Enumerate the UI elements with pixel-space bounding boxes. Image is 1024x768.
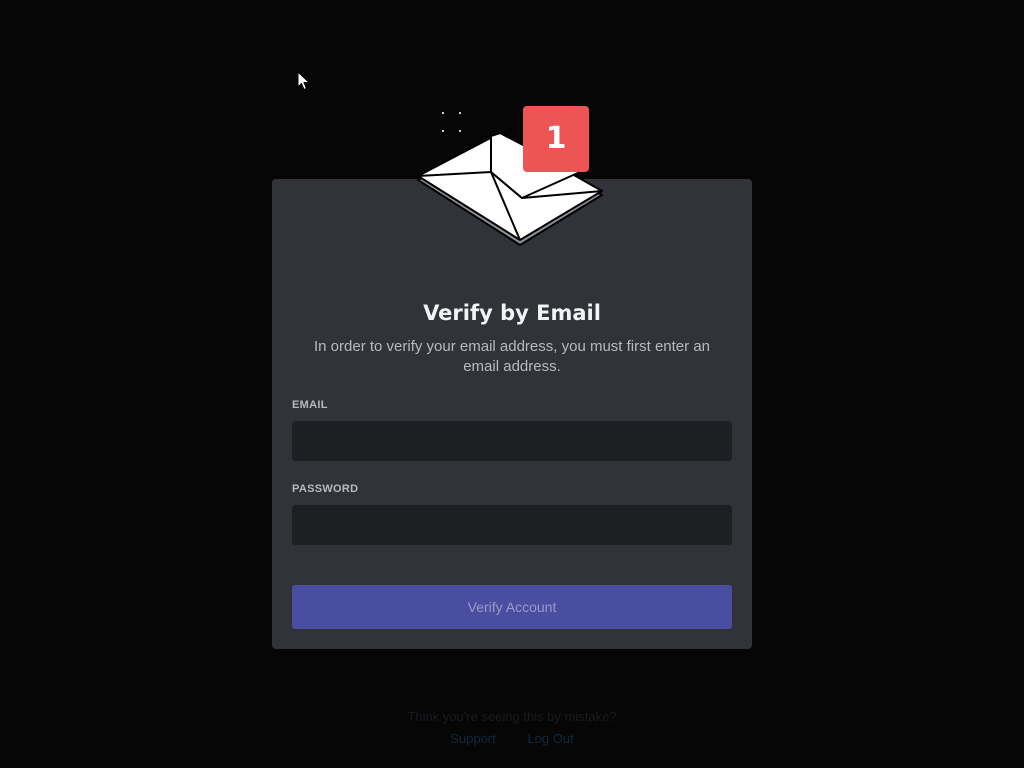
modal-title: Verify by Email — [423, 301, 601, 325]
password-label: PASSWORD — [292, 483, 359, 495]
notification-badge: 1 — [523, 106, 589, 172]
verify-account-button[interactable]: Verify Account — [292, 585, 732, 629]
footer-links: Support Log Out — [272, 731, 752, 746]
mouse-cursor-icon — [297, 71, 311, 91]
log-out-link[interactable]: Log Out — [527, 731, 573, 746]
support-link[interactable]: Support — [450, 731, 496, 746]
email-label: EMAIL — [292, 399, 328, 411]
password-input[interactable] — [292, 505, 732, 545]
modal-subtitle: In order to verify your email address, y… — [314, 338, 710, 375]
sparkle-icon — [442, 112, 461, 132]
footer-text: Think you're seeing this by mistake? — [407, 709, 617, 724]
email-input[interactable] — [292, 421, 732, 461]
